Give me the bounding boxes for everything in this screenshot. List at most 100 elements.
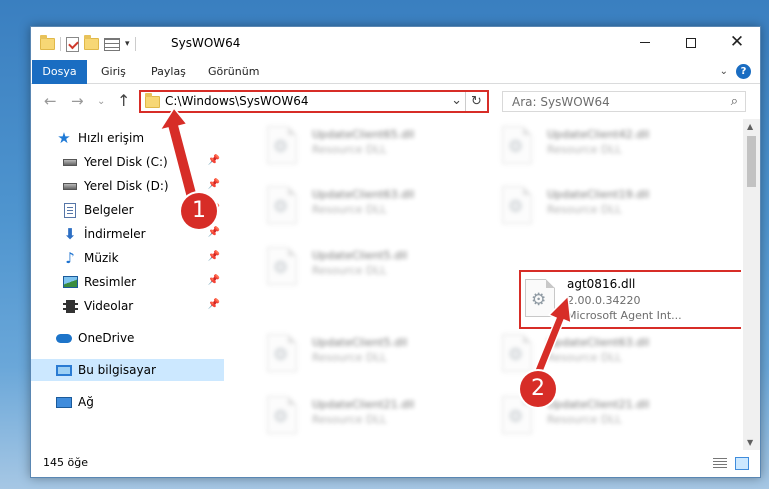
- customize-toolbar-dropdown-icon[interactable]: ▾: [125, 39, 130, 49]
- close-icon: ✕: [729, 32, 745, 52]
- address-path[interactable]: C:\Windows\SysWOW64: [165, 94, 309, 108]
- file-type: Resource DLL: [312, 203, 387, 216]
- tab-view[interactable]: Görünüm: [198, 60, 269, 84]
- file-version: 2.00.0.34220: [567, 294, 641, 307]
- file-type: Microsoft Agent Int...: [567, 309, 682, 322]
- pin-icon: 📌: [207, 179, 220, 190]
- nav-item-network[interactable]: Ağ: [31, 391, 224, 413]
- search-icon[interactable]: ⌕: [731, 94, 738, 109]
- dll-file-icon: ⚙: [267, 126, 297, 164]
- address-bar[interactable]: C:\Windows\SysWOW64 ⌄ ↻: [139, 90, 489, 113]
- file-item[interactable]: ⚙ UpdateClient19.dll Resource DLL: [489, 181, 711, 233]
- minimize-icon: [640, 42, 650, 43]
- file-item-highlighted[interactable]: ⚙ agt0816.dll 2.00.0.34220 Microsoft Age…: [519, 270, 741, 329]
- file-type: Resource DLL: [312, 413, 387, 426]
- nav-item-pictures[interactable]: Resimler 📌: [31, 271, 224, 293]
- explorer-window: ▾ SysWOW64 ✕ Dosya Giriş Paylaş Görünüm …: [30, 26, 761, 478]
- drive-icon: [62, 154, 78, 170]
- dll-file-icon: ⚙: [525, 279, 555, 317]
- toolbar-separator: [134, 37, 136, 51]
- nav-item-onedrive[interactable]: OneDrive: [31, 327, 224, 349]
- search-box[interactable]: Ara: SysWOW64 ⌕: [502, 91, 746, 112]
- nav-item-label: Hızlı erişim: [78, 131, 145, 145]
- tab-share[interactable]: Paylaş: [141, 60, 196, 84]
- dll-file-icon: ⚙: [502, 186, 532, 224]
- scroll-up-arrow-icon[interactable]: ▲: [747, 122, 753, 131]
- drive-icon: [62, 178, 78, 194]
- file-item[interactable]: ⚙ UpdateClient63.dll Resource DLL: [254, 181, 476, 233]
- pin-icon: 📌: [207, 155, 220, 166]
- file-item[interactable]: ⚙ UpdateClient5.dll Resource DLL: [254, 242, 476, 294]
- nav-item-local-disk-c[interactable]: Yerel Disk (C:) 📌: [31, 151, 224, 173]
- refresh-icon[interactable]: ↻: [465, 92, 487, 111]
- view-options-icon[interactable]: [104, 37, 120, 51]
- file-type: Resource DLL: [547, 143, 622, 156]
- pin-icon: 📌: [207, 275, 220, 286]
- tab-file[interactable]: Dosya: [32, 60, 87, 84]
- nav-item-this-pc[interactable]: Bu bilgisayar: [31, 359, 224, 381]
- video-icon: [62, 298, 78, 314]
- nav-item-label: İndirmeler: [84, 227, 146, 241]
- properties-icon[interactable]: [66, 36, 79, 52]
- file-name: UpdateClient21.dll: [547, 398, 650, 411]
- file-item[interactable]: ⚙ UpdateClient21.dll Resource DLL: [254, 391, 476, 443]
- maximize-icon: [686, 37, 696, 48]
- file-name: UpdateClient65.dll: [312, 128, 415, 141]
- scrollbar-thumb[interactable]: [747, 136, 756, 187]
- maximize-button[interactable]: [668, 27, 714, 58]
- item-count: 145 öğe: [43, 456, 88, 469]
- nav-item-label: Videolar: [84, 299, 134, 313]
- file-name: UpdateClient5.dll: [312, 249, 408, 262]
- file-name: agt0816.dll: [567, 277, 636, 291]
- file-item[interactable]: ⚙ UpdateClient5.dll Resource DLL: [254, 329, 476, 381]
- network-icon: [56, 394, 72, 410]
- help-icon[interactable]: ?: [736, 64, 751, 79]
- recent-locations-chevron-icon[interactable]: ⌄: [97, 96, 105, 107]
- close-button[interactable]: ✕: [714, 27, 760, 58]
- nav-item-label: Ağ: [78, 395, 94, 409]
- file-item[interactable]: ⚙ UpdateClient63.dll Resource DLL: [489, 329, 711, 381]
- pin-icon: 📌: [207, 299, 220, 310]
- nav-item-quick-access[interactable]: ★ Hızlı erişim: [31, 127, 224, 149]
- nav-item-videos[interactable]: Videolar 📌: [31, 295, 224, 317]
- nav-item-music[interactable]: ♪ Müzik 📌: [31, 247, 224, 269]
- dll-file-icon: ⚙: [267, 396, 297, 434]
- file-item[interactable]: ⚙ UpdateClient42.dll Resource DLL: [489, 121, 711, 173]
- file-name: UpdateClient63.dll: [547, 336, 650, 349]
- expand-ribbon-chevron-icon[interactable]: ⌄: [720, 66, 728, 77]
- file-name: UpdateClient5.dll: [312, 336, 408, 349]
- download-icon: ⬇: [63, 225, 77, 243]
- status-bar: 145 öğe: [31, 449, 760, 477]
- quick-access-toolbar: ▾: [40, 35, 141, 52]
- minimize-button[interactable]: [622, 27, 668, 58]
- up-arrow-icon[interactable]: ↑: [117, 91, 130, 110]
- file-type: Resource DLL: [547, 351, 622, 364]
- vertical-scrollbar[interactable]: ▲ ▼: [743, 119, 760, 450]
- details-view-icon[interactable]: [713, 458, 727, 469]
- file-name: UpdateClient19.dll: [547, 188, 650, 201]
- file-type: Resource DLL: [312, 264, 387, 277]
- nav-item-label: Müzik: [84, 251, 119, 265]
- music-icon: ♪: [65, 249, 75, 267]
- search-input[interactable]: Ara: SysWOW64: [512, 95, 610, 109]
- scroll-down-arrow-icon[interactable]: ▼: [747, 438, 753, 447]
- star-icon: ★: [57, 128, 71, 147]
- back-arrow-icon[interactable]: ←: [44, 92, 57, 110]
- pictures-icon: [62, 274, 78, 290]
- file-list: ⚙ UpdateClient65.dll Resource DLL ⚙ Upda…: [241, 117, 741, 449]
- new-folder-icon[interactable]: [84, 35, 99, 50]
- tab-home[interactable]: Giriş: [91, 60, 136, 84]
- large-icons-view-icon[interactable]: [735, 457, 749, 470]
- nav-item-label: Bu bilgisayar: [78, 363, 156, 377]
- nav-item-label: Belgeler: [84, 203, 134, 217]
- address-dropdown-chevron-icon[interactable]: ⌄: [451, 93, 462, 108]
- nav-item-label: OneDrive: [78, 331, 135, 345]
- dll-file-icon: ⚙: [267, 247, 297, 285]
- file-name: UpdateClient63.dll: [312, 188, 415, 201]
- dll-file-icon: ⚙: [267, 186, 297, 224]
- dll-file-icon: ⚙: [502, 334, 532, 372]
- forward-arrow-icon[interactable]: →: [71, 92, 84, 110]
- title-bar: ▾ SysWOW64 ✕: [31, 27, 760, 60]
- file-item[interactable]: ⚙ UpdateClient65.dll Resource DLL: [254, 121, 476, 173]
- file-type: Resource DLL: [312, 143, 387, 156]
